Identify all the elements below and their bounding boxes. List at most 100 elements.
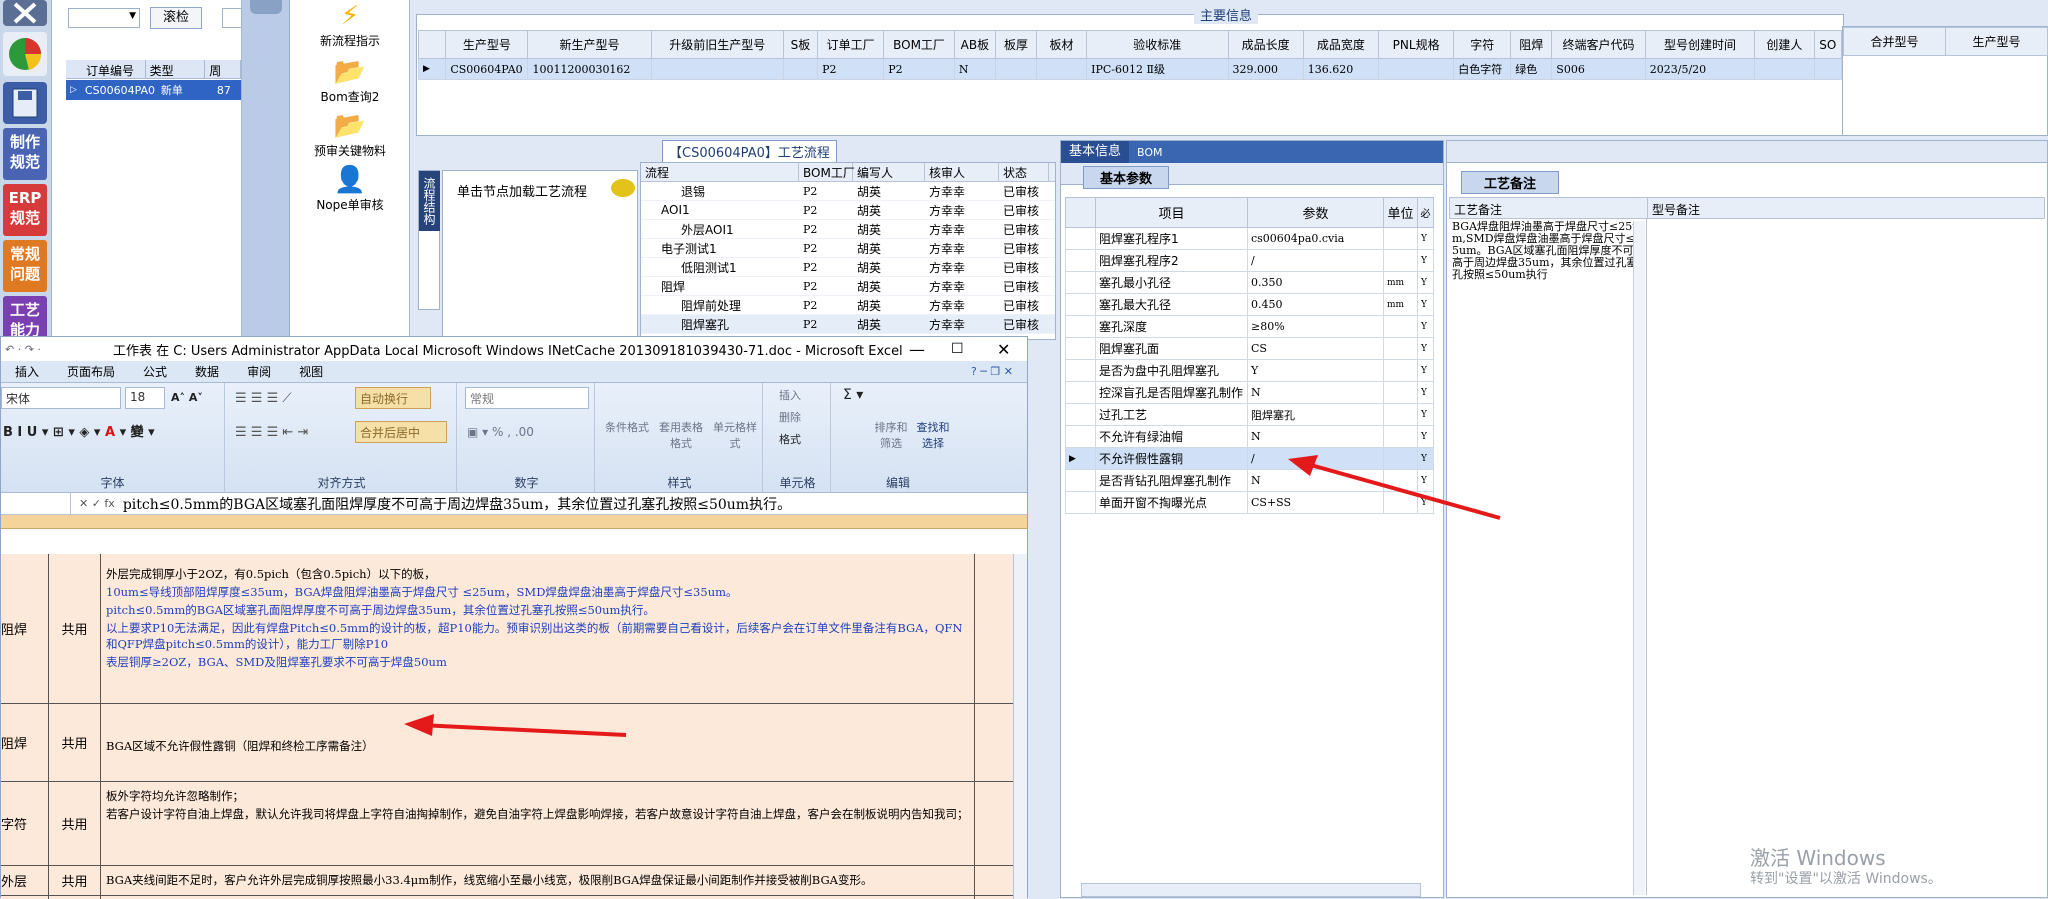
conditional-format-button[interactable]: 条件格式 [601,419,653,435]
tab-basic-info[interactable]: 基本信息 [1061,141,1130,163]
col-header[interactable]: 字符 [1453,30,1512,59]
col-header[interactable]: SO [1813,30,1843,59]
table-row[interactable]: 不允许有绿油帽 N Y [1065,425,1434,448]
table-row[interactable]: 是否背钻孔阻焊塞孔制作 N Y [1065,469,1434,492]
common-issue-button[interactable]: 常规问题 [3,240,47,292]
help-icon[interactable]: ? ─ ❐ ✕ [957,365,1027,378]
merge-center-button[interactable]: 合并后居中 [355,421,447,443]
tree-row[interactable]: 阻焊塞孔 P2 胡英 方幸幸 已审核 [641,315,1055,334]
col-header[interactable]: 订单工厂 [817,30,885,59]
table-row[interactable]: 是否为盘中孔阻焊塞孔 Y Y [1065,359,1434,382]
tree-row[interactable]: 外层AOI1 P2 胡英 方幸幸 已审核 [641,220,1055,239]
col-header[interactable]: 流程 [641,163,799,181]
quick-access-icon[interactable]: ↶ · ↷ · [5,343,41,356]
tree-row[interactable]: 电子测试1 P2 胡英 方幸幸 已审核 [641,239,1055,258]
param-value[interactable]: N [1247,469,1384,492]
save-icon[interactable] [3,82,47,124]
table-row[interactable]: 过孔工艺 阻焊塞孔 Y [1065,403,1434,426]
param-value[interactable]: CS+SS [1247,491,1384,514]
col-header[interactable]: 单位 [1383,197,1418,228]
param-value[interactable]: ≥80% [1247,315,1384,338]
chart-pie-icon[interactable] [3,32,47,76]
col-header[interactable]: 参数 [1247,197,1384,228]
tools-icon[interactable] [3,0,47,26]
sheet-row[interactable]: 外层 共用 BGA夹线间距不足时，客户允许外层完成铜厚按照最小33.4μm制作，线宽… [1,866,1013,896]
sheet-row[interactable]: 阻焊 共用 BGA区域不允许假性露铜（阻焊和终检工序需备注） [1,704,1013,782]
font-name-select[interactable]: 宋体 [1,387,121,409]
col-header[interactable]: 成品宽度 [1302,30,1380,59]
table-format-button[interactable]: 套用表格格式 [655,419,707,451]
tab-basic-params[interactable]: 基本参数 [1083,166,1170,189]
table-row[interactable]: 塞孔深度 ≥80% Y [1065,315,1434,338]
tab-bom[interactable]: BOM [1129,146,1171,159]
table-row[interactable]: 控深盲孔是否阻焊塞孔制作 N Y [1065,381,1434,404]
col-header[interactable]: 型号备注 [1648,198,1704,218]
fx-icon[interactable]: ✕ ✓ fx [71,497,123,510]
col-header[interactable]: 成品长度 [1227,30,1304,59]
comment-icon[interactable] [611,179,635,197]
col-header[interactable]: 板厚 [994,30,1037,59]
query-button[interactable]: 滚检 [150,7,202,29]
table-row[interactable]: 阻焊塞孔程序2/ Y [1065,249,1434,272]
format-cells-button[interactable]: 格式 [779,431,801,447]
col-header[interactable]: 生产型号 [1945,27,2048,56]
order-field[interactable] [222,8,242,28]
horizontal-scrollbar[interactable] [1081,883,1421,897]
col-header[interactable]: 必 [1417,197,1434,228]
order-row[interactable]: ▷ CS00604PA0 新单 87 [66,80,241,100]
col-header[interactable]: 状态 [999,163,1049,181]
align-top-icon[interactable]: ☰ ☰ ☰ ⟋ [235,391,291,406]
formula-input[interactable]: pitch≤0.5mm的BGA区域塞孔面阻焊厚度不可高于周边焊盘35um，其余位… [123,494,791,514]
param-value[interactable]: 阻焊塞孔 [1247,403,1384,426]
col-header[interactable]: AB板 [953,30,996,59]
font-size-select[interactable]: 18 [125,387,165,409]
col-header[interactable]: 生产型号 [445,30,529,59]
tab-view[interactable]: 视图 [285,363,337,380]
tree-row[interactable]: 阻焊前处理 P2 胡英 方幸幸 已审核 [641,296,1055,315]
param-value[interactable]: CS [1247,337,1384,360]
nav-item-nope-review[interactable]: 👤 Nope单审核 [290,166,410,213]
col-header[interactable]: BOM工厂 [883,30,955,59]
number-format-select[interactable]: 常规 [465,387,589,409]
tree-row[interactable]: 阻焊 P2 胡英 方幸幸 已审核 [641,277,1055,296]
tree-row[interactable]: 退锡 P2 胡英 方幸幸 已审核 [641,182,1055,201]
process-structure-tab[interactable]: 流程结构 [418,170,440,310]
table-row[interactable]: 塞孔最大孔径 0.450 mm Y [1065,293,1434,316]
insert-cells-button[interactable]: 插入 [779,387,801,403]
bold-italic-underline-icon[interactable]: B I U ▾ ⊞ ▾ ◈ ▾ A ▾ 變 ▾ [3,421,155,440]
col-header[interactable]: 创建人 [1754,30,1815,59]
binoculars-icon[interactable] [250,0,282,14]
nav-item-new-process[interactable]: ⚡ 新流程指示 [290,2,410,49]
grow-font-icon[interactable]: A˄ A˅ [171,391,203,404]
tab-review[interactable]: 审阅 [233,363,285,380]
col-header[interactable]: 验收标准 [1086,30,1229,59]
col-header[interactable]: 型号创建时间 [1644,30,1756,59]
param-value[interactable]: cs00604pa0.cvia [1247,227,1384,250]
param-value[interactable]: N [1247,381,1384,404]
col-header[interactable]: BOM工厂 [799,163,855,181]
param-value[interactable]: Y [1247,359,1384,382]
maximize-icon[interactable]: ☐ [951,341,964,357]
notes-text[interactable]: BGA焊盘阻焊油墨高于焊盘尺寸≤25um,SMD焊盘焊盘油墨高于焊盘尺寸≤35u… [1449,219,1647,895]
tab-formulas[interactable]: 公式 [129,363,181,380]
table-row[interactable]: 塞孔最小孔径 0.350 mm Y [1065,271,1434,294]
tab-page-layout[interactable]: 页面布局 [53,363,129,380]
tree-row[interactable]: 低阻测试1 P2 胡英 方幸幸 已审核 [641,258,1055,277]
nav-item-key-material[interactable]: 📂 预审关键物料 [290,112,410,159]
col-header[interactable]: 项目 [1095,197,1248,228]
tab-data[interactable]: 数据 [181,363,233,380]
delete-cells-button[interactable]: 删除 [779,409,801,425]
sheet-row[interactable]: 字符 共用 板外字符均允许忽略制作； 若客户设计字符自油上焊盘，默认允许我司将焊盘上字… [1,782,1013,866]
col-header[interactable]: 工艺备注 [1450,198,1648,218]
sort-filter-button[interactable]: 排序和筛选 [873,419,909,451]
wrap-text-button[interactable]: 自动换行 [355,387,431,409]
table-row[interactable]: ▶ CS00604PA0 10011200030162 P2 P2 N IPC-… [417,58,1843,80]
col-header[interactable]: 板材 [1035,30,1088,59]
order-filter-select[interactable]: ▼ [68,8,140,28]
name-box[interactable] [1,492,71,515]
param-value[interactable]: / [1247,447,1384,470]
param-value[interactable]: 0.350 [1247,271,1384,294]
close-icon[interactable]: ✕ [997,340,1010,359]
minimize-icon[interactable]: — [909,340,925,359]
tab-process-notes[interactable]: 工艺备注 [1461,171,1560,194]
